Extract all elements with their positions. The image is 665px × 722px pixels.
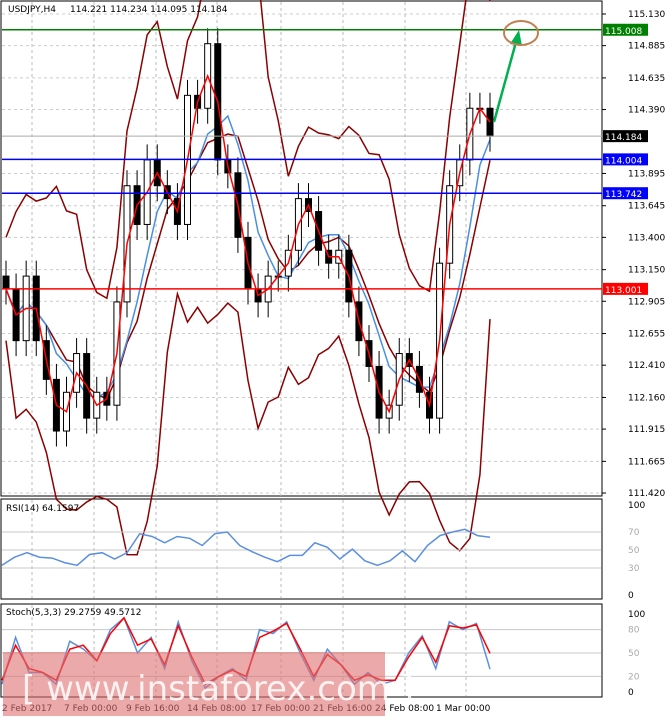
x-tick-label: 1 Mar 00:00 — [436, 704, 491, 714]
y-tick-label: 111.915 — [628, 425, 665, 435]
indicator-tick-label: 100 — [628, 610, 645, 620]
y-tick-label: 111.665 — [628, 457, 665, 467]
watermark-logo: [ www.instaforex.com ] — [3, 652, 414, 716]
y-tick-label: 112.410 — [628, 361, 665, 371]
indicator-tick-label: 70 — [628, 528, 640, 538]
stoch-title: Stoch(5,3,3) 29.2759 49.5712 — [6, 608, 141, 618]
y-tick-label: 114.635 — [628, 74, 665, 84]
y-tick-label: 113.895 — [628, 169, 665, 179]
indicator-tick-label: 100 — [628, 501, 645, 511]
y-tick-label: 111.420 — [628, 489, 665, 499]
y-tick-label: 115.130 — [628, 10, 665, 20]
y-tick-label: 112.905 — [628, 297, 665, 307]
indicator-tick-label: 20 — [628, 672, 640, 682]
y-tick-label: 114.885 — [628, 42, 665, 52]
level-price-label: 114.004 — [605, 156, 642, 166]
candle-body — [2, 275, 10, 290]
y-tick-label: 112.160 — [628, 393, 665, 403]
indicator-tick-label: 0 — [628, 591, 634, 601]
indicator-tick-label: 50 — [628, 649, 640, 659]
indicator-tick-label: 50 — [628, 546, 640, 556]
level-price-label: 113.001 — [605, 286, 642, 296]
y-tick-label: 112.655 — [628, 330, 665, 340]
rsi-title: RSI(14) 64.1597 — [6, 504, 79, 514]
chart-canvas: 2 Feb 20177 Feb 00:009 Feb 16:0014 Feb 0… — [0, 0, 665, 716]
y-tick-label: 113.645 — [628, 202, 665, 212]
indicator-tick-label: 30 — [628, 564, 640, 574]
y-tick-label: 113.400 — [628, 233, 665, 243]
level-price-label: 113.742 — [605, 190, 642, 200]
indicator-tick-label: 0 — [628, 688, 634, 698]
level-price-label: 115.008 — [605, 27, 642, 37]
rsi-panel — [0, 498, 603, 600]
ohlc-readout: 114.221 114.234 114.095 114.184 — [70, 5, 228, 15]
y-tick-label: 113.150 — [628, 266, 665, 276]
chart-window: 2 Feb 20177 Feb 00:009 Feb 16:0014 Feb 0… — [0, 0, 665, 718]
current-price-label: 114.184 — [605, 133, 642, 143]
svg-text:[ www.instaforex.com ]: [ www.instaforex.com ] — [22, 669, 414, 709]
symbol-label: USDJPY,H4 — [8, 5, 56, 15]
y-tick-label: 114.390 — [628, 106, 665, 116]
indicator-tick-label: 80 — [628, 626, 640, 636]
